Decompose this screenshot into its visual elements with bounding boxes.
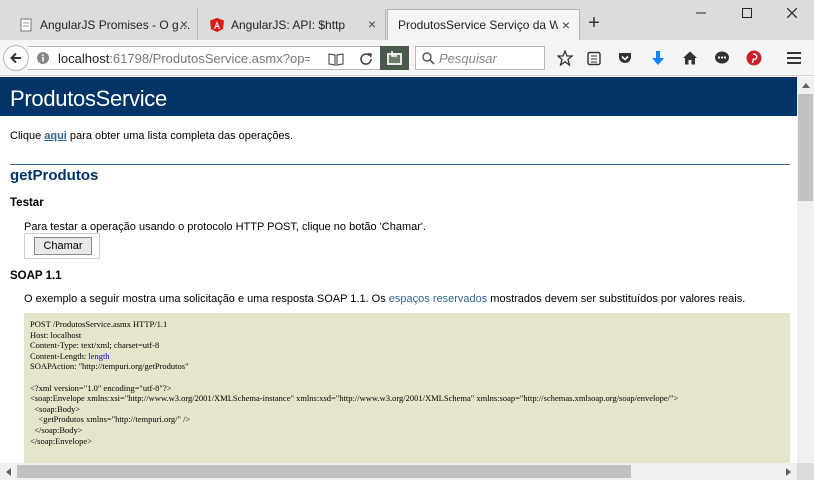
vertical-scrollbar[interactable] [797,77,814,463]
close-tab-icon[interactable]: × [365,17,379,31]
minimize-icon [696,12,706,14]
reload-icon[interactable] [358,51,374,67]
placeholders-link[interactable]: espaços reservados [389,293,487,305]
search-bar[interactable]: Pesquisar [415,46,545,70]
page-icon [20,18,32,31]
scroll-right-button[interactable] [780,463,797,480]
navigation-toolbar: localhost:61798/ProdutosService.asmx?op=… [0,40,814,76]
operation-title: getProdutos [10,167,99,184]
menu-button[interactable] [784,48,804,68]
soap-desc-prefix: O exemplo a seguir mostra uma solicitaçã… [24,293,389,305]
browser-window: AngularJS Promises - O g… × AngularJS: A… [0,0,814,480]
chat-button[interactable] [712,48,732,68]
tab-angular-http[interactable]: AngularJS: API: $http × [199,9,386,40]
menu-icon [787,52,801,64]
angular-icon [210,17,224,32]
pocket-icon [619,53,631,63]
close-tab-icon[interactable]: × [177,17,191,31]
soap-desc-suffix: mostrados devem ser substituídos por val… [487,293,746,305]
tab-produtos-service[interactable]: ProdutosService Serviço da Web × [387,9,580,40]
scroll-up-button[interactable] [797,77,814,94]
reading-list-icon [587,51,601,66]
soap-heading: SOAP 1.1 [10,270,62,282]
code-line: </soap:Envelope> [30,435,92,446]
page-banner: ProdutosService [0,77,797,116]
home-button[interactable] [680,48,700,68]
info-icon[interactable] [36,51,50,65]
code-line: POST /ProdutosService.asmx HTTP/1.1 [30,319,168,329]
pinterest-icon [746,50,762,66]
back-button[interactable] [3,45,29,71]
invoke-button[interactable]: Chamar [34,237,92,255]
back-arrow-icon [10,52,21,64]
star-icon [557,50,573,66]
code-line: <soap:Envelope xmlns:xsi="http://www.w3.… [30,393,679,404]
maximize-button[interactable] [724,0,770,26]
page-title: ProdutosService [10,86,167,111]
bookmark-star-button[interactable] [555,48,575,68]
page-viewport: ProdutosService Clique aqui para obter u… [0,77,797,463]
horizontal-scrollbar[interactable] [0,463,797,480]
screenshot-icon [387,51,402,65]
url-host: localhost [58,51,110,66]
minimize-button[interactable] [678,0,724,26]
code-line: <?xml version="1.0" encoding="utf-8"?> [30,382,172,393]
tab-title: AngularJS: API: $http [231,17,346,32]
search-placeholder: Pesquisar [439,50,497,66]
reader-view-icon[interactable] [328,52,344,66]
intro-suffix: para obter uma lista completa das operaç… [66,130,294,142]
tab-angular-promises[interactable]: AngularJS Promises - O g… × [8,9,198,40]
code-line: <soap:Body> [30,403,81,414]
close-window-button[interactable] [770,0,814,26]
invoke-form: Chamar [24,233,100,259]
code-line: <getProdutos xmlns="http://tempuri.org/"… [30,414,191,425]
pocket-button[interactable] [615,48,635,68]
scrollbar-corner [797,463,814,480]
chevron-left-icon [6,467,11,476]
downloads-button[interactable] [648,48,668,68]
scroll-left-button[interactable] [0,463,17,480]
operations-list-link[interactable]: aqui [44,130,67,142]
section-divider [10,164,790,165]
length-placeholder: length [88,350,110,361]
code-line: Content-Type: text/xml; charset=utf-8 [30,340,160,351]
tab-title: ProdutosService Serviço da Web [398,18,558,32]
test-heading: Testar [10,197,44,209]
close-icon [787,8,797,18]
chevron-up-icon [801,83,810,88]
code-line: Content-Length: length [30,351,790,362]
soap-request-code: POST /ProdutosService.asmx HTTP/1.1 Host… [24,313,790,463]
download-icon [652,51,664,65]
search-icon [422,51,435,65]
soap-description: O exemplo a seguir mostra uma solicitaçã… [24,293,745,305]
chat-icon [715,51,729,64]
chevron-right-icon [786,467,791,476]
test-instruction: Para testar a operação usando o protocol… [24,221,427,233]
code-line: SOAPAction: "http://tempuri.org/getProdu… [30,361,189,372]
home-icon [683,51,697,65]
code-text: Content-Length: [30,350,89,361]
new-tab-button[interactable]: + [583,13,605,35]
tab-title: AngularJS Promises - O g… [40,17,190,32]
intro-text: Clique aqui para obter uma lista complet… [10,130,293,142]
code-line: Host: localhost [30,329,82,340]
pinterest-button[interactable] [744,48,764,68]
close-tab-icon[interactable]: × [559,18,573,32]
maximize-icon [742,8,752,18]
screenshot-button[interactable] [380,46,409,70]
horizontal-scroll-thumb[interactable] [17,465,631,478]
tab-bar: AngularJS Promises - O g… × AngularJS: A… [0,0,814,40]
vertical-scroll-thumb[interactable] [798,94,813,201]
reading-list-button[interactable] [584,48,604,68]
code-line: </soap:Body> [30,424,83,435]
url-path: :61798/ProdutosService.asmx?op=g [109,51,310,66]
intro-prefix: Clique [10,130,45,142]
url-text[interactable]: localhost:61798/ProdutosService.asmx?op=… [58,51,310,66]
url-bar[interactable]: localhost:61798/ProdutosService.asmx?op=… [28,46,409,70]
